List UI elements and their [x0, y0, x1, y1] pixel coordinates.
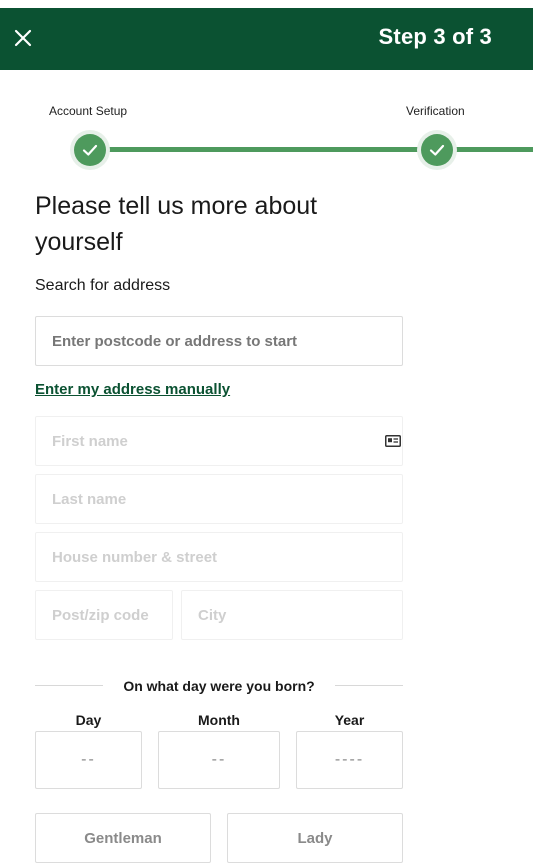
postcode-field[interactable] — [35, 590, 173, 640]
progress-line — [452, 147, 533, 152]
checkmark-icon — [429, 144, 445, 156]
city-input[interactable] — [198, 606, 402, 624]
page-title: Please tell us more about yourself — [35, 192, 318, 256]
close-button[interactable] — [8, 23, 38, 53]
day-select[interactable]: -- — [35, 731, 142, 789]
postcode-input[interactable] — [52, 606, 172, 624]
city-field[interactable] — [181, 590, 403, 640]
day-label: Day — [75, 712, 102, 728]
top-bar: Step 3 of 3 — [0, 8, 533, 70]
address-search-field[interactable] — [35, 316, 403, 366]
year-label: Year — [334, 712, 365, 728]
street-input[interactable] — [52, 548, 402, 566]
id-card-icon — [385, 435, 401, 447]
step-complete-marker — [74, 134, 106, 166]
first-name-input[interactable] — [52, 432, 402, 450]
dob-title: On what day were you born? — [123, 678, 315, 694]
search-address-label: Search for address — [35, 277, 171, 294]
step-complete-marker — [421, 134, 453, 166]
month-label: Month — [198, 712, 240, 728]
last-name-field[interactable] — [35, 474, 403, 524]
street-field[interactable] — [35, 532, 403, 582]
progress-tracker: Account Setup Verification — [0, 70, 533, 180]
enter-address-manually-link[interactable]: Enter my address manually — [35, 381, 230, 398]
dob-section-header: On what day were you born? — [35, 674, 403, 698]
step-label-verification: Verification — [406, 104, 465, 118]
step-indicator: Step 3 of 3 — [378, 24, 492, 49]
month-select[interactable]: -- — [158, 731, 280, 789]
year-select[interactable]: ---- — [296, 731, 403, 789]
close-icon — [14, 29, 32, 47]
step-label-account-setup: Account Setup — [49, 104, 128, 118]
progress-line — [104, 147, 422, 152]
first-name-field[interactable] — [35, 416, 403, 466]
address-search-input[interactable] — [52, 332, 402, 350]
checkmark-icon — [82, 144, 98, 156]
last-name-input[interactable] — [52, 490, 402, 508]
